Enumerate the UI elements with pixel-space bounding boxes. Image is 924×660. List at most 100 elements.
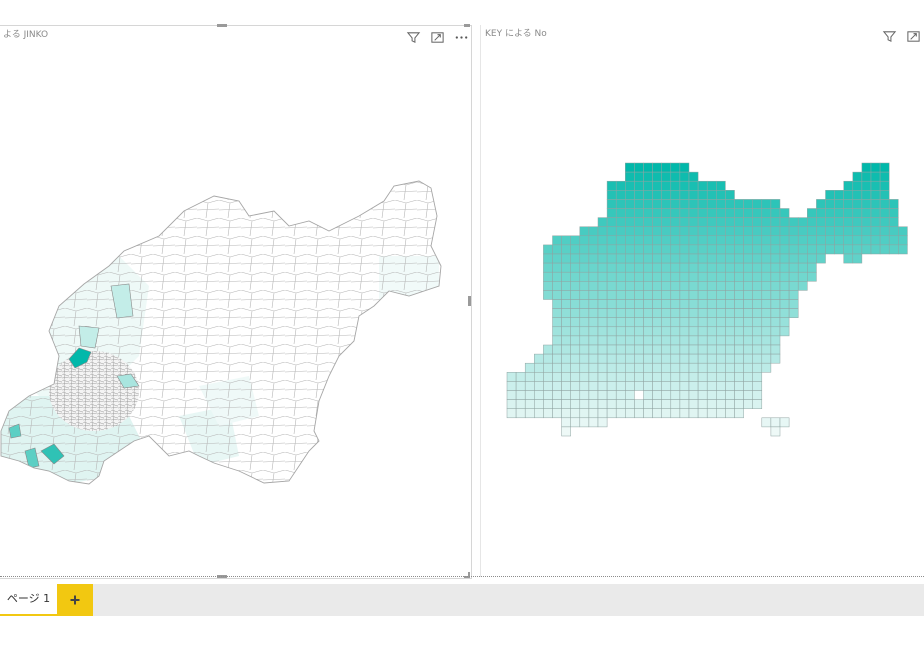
grid-tile[interactable] (634, 372, 644, 382)
grid-tile[interactable] (561, 253, 571, 264)
grid-tile[interactable] (579, 271, 590, 282)
grid-tile[interactable] (688, 281, 699, 291)
grid-tile[interactable] (643, 162, 653, 173)
grid-tile[interactable] (670, 208, 681, 218)
grid-map-canvas[interactable] (481, 145, 924, 565)
grid-tile[interactable] (579, 335, 590, 346)
grid-tile[interactable] (752, 290, 763, 300)
grid-tile[interactable] (588, 262, 599, 273)
grid-tile[interactable] (697, 253, 708, 264)
grid-tile[interactable] (888, 235, 899, 246)
grid-tile[interactable] (579, 317, 590, 328)
grid-tile[interactable] (661, 217, 672, 227)
grid-tile[interactable] (543, 390, 553, 400)
grid-tile[interactable] (615, 362, 626, 373)
grid-tile[interactable] (725, 408, 735, 419)
grid-tile[interactable] (770, 262, 781, 273)
grid-tile[interactable] (570, 326, 581, 337)
grid-tile[interactable] (761, 244, 772, 255)
grid-tile[interactable] (697, 271, 708, 282)
grid-tile[interactable] (861, 226, 872, 237)
grid-tile[interactable] (561, 235, 571, 246)
grid-tile[interactable] (779, 326, 790, 337)
grid-tile[interactable] (679, 353, 690, 364)
grid-tile[interactable] (579, 299, 590, 309)
grid-tile[interactable] (779, 253, 790, 264)
grid-tile[interactable] (743, 226, 753, 237)
grid-tile[interactable] (634, 326, 644, 337)
grid-tile[interactable] (788, 281, 799, 291)
grid-tile[interactable] (734, 271, 744, 282)
grid-tile[interactable] (879, 226, 890, 237)
grid-tile[interactable] (615, 390, 626, 400)
grid-tile[interactable] (697, 308, 708, 318)
grid-tile[interactable] (770, 308, 781, 318)
grid-tile[interactable] (788, 235, 799, 246)
grid-tile[interactable] (716, 235, 726, 246)
grid-tile[interactable] (561, 290, 571, 300)
grid-tile[interactable] (752, 326, 763, 337)
grid-tile[interactable] (861, 235, 872, 246)
grid-tile[interactable] (652, 290, 662, 300)
grid-tile[interactable] (725, 299, 735, 309)
grid-tile[interactable] (634, 171, 644, 182)
grid-tile[interactable] (725, 308, 735, 318)
grid-tile[interactable] (725, 199, 735, 209)
grid-tile[interactable] (652, 262, 662, 273)
grid-tile[interactable] (652, 217, 662, 227)
grid-tile[interactable] (725, 344, 735, 355)
grid-tile[interactable] (716, 317, 726, 328)
grid-tile[interactable] (679, 180, 690, 191)
grid-tile[interactable] (652, 344, 662, 355)
grid-tile[interactable] (661, 162, 672, 173)
grid-tile[interactable] (807, 271, 817, 282)
grid-tile[interactable] (725, 317, 735, 328)
grid-tile[interactable] (816, 199, 826, 209)
grid-tile[interactable] (661, 253, 672, 264)
grid-tile[interactable] (725, 190, 735, 200)
grid-tile[interactable] (852, 199, 863, 209)
grid-tile[interactable] (625, 353, 635, 364)
grid-tile[interactable] (870, 171, 881, 182)
grid-tile[interactable] (588, 253, 599, 264)
grid-tile[interactable] (770, 226, 781, 237)
grid-tile[interactable] (716, 335, 726, 346)
grid-tile[interactable] (579, 353, 590, 364)
grid-tile[interactable] (697, 180, 708, 191)
grid-tile[interactable] (870, 190, 881, 200)
grid-tile[interactable] (888, 208, 899, 218)
grid-tile[interactable] (652, 281, 662, 291)
grid-tile[interactable] (679, 372, 690, 382)
grid-tile[interactable] (561, 262, 571, 273)
grid-tile[interactable] (643, 353, 653, 364)
grid-tile[interactable] (743, 372, 753, 382)
grid-tile[interactable] (597, 308, 608, 318)
grid-tile[interactable] (770, 290, 781, 300)
grid-tile[interactable] (861, 217, 872, 227)
grid-tile[interactable] (734, 372, 744, 382)
grid-tile[interactable] (761, 362, 772, 373)
grid-tile[interactable] (552, 372, 562, 382)
grid-tile[interactable] (661, 408, 672, 419)
grid-tile[interactable] (688, 317, 699, 328)
grid-tile[interactable] (552, 299, 562, 309)
grid-tile[interactable] (643, 262, 653, 273)
grid-tile[interactable] (652, 326, 662, 337)
grid-tile[interactable] (552, 326, 562, 337)
grid-tile[interactable] (706, 235, 717, 246)
grid-tile[interactable] (634, 308, 644, 318)
grid-tile[interactable] (552, 381, 562, 391)
grid-tile[interactable] (579, 381, 590, 391)
grid-tile[interactable] (770, 271, 781, 282)
grid-tile[interactable] (743, 381, 753, 391)
grid-tile[interactable] (816, 217, 826, 227)
grid-tile[interactable] (752, 208, 763, 218)
grid-tile[interactable] (588, 299, 599, 309)
grid-tile[interactable] (661, 171, 672, 182)
grid-tile[interactable] (615, 180, 626, 191)
grid-tile[interactable] (552, 262, 562, 273)
grid-tile[interactable] (716, 226, 726, 237)
grid-tile[interactable] (588, 317, 599, 328)
grid-tile[interactable] (725, 326, 735, 337)
grid-tile[interactable] (606, 217, 617, 227)
